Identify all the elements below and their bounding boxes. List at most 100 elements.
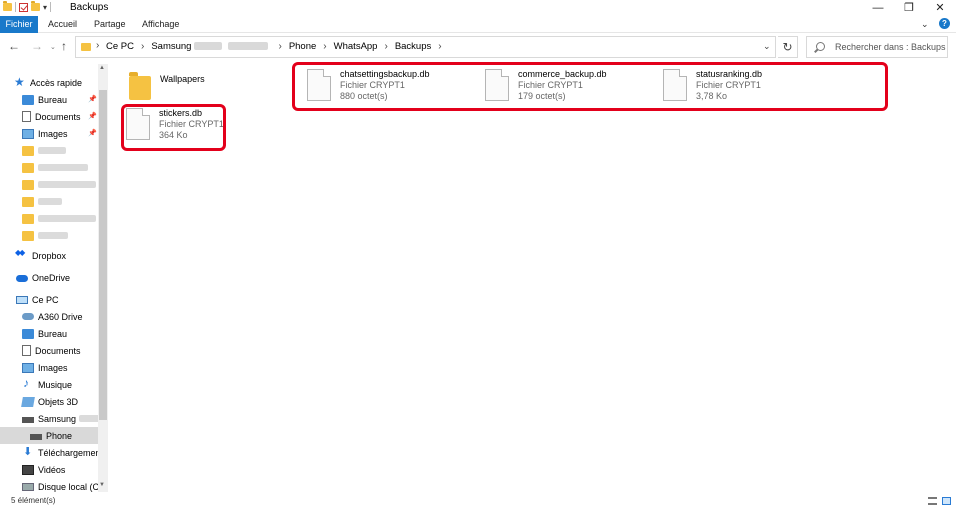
chevron-right-icon[interactable]: › bbox=[379, 41, 392, 52]
sidebar-item-redacted-folder[interactable] bbox=[22, 227, 108, 244]
chevron-right-icon[interactable]: › bbox=[433, 41, 446, 52]
new-folder-icon[interactable] bbox=[31, 1, 40, 11]
sidebar-item-label: Musique bbox=[38, 379, 73, 390]
sidebar-item-label: Samsung bbox=[38, 413, 77, 424]
sidebar-item-label: Documents bbox=[35, 111, 81, 122]
sidebar-item-dropbox[interactable]: Dropbox bbox=[15, 247, 108, 264]
folder-icon bbox=[3, 1, 12, 11]
redacted-text bbox=[38, 164, 88, 171]
sidebar-item-label: Accès rapide bbox=[30, 77, 83, 88]
sidebar-item-label: Dropbox bbox=[32, 250, 67, 261]
tiles-view-icon[interactable] bbox=[942, 497, 951, 505]
folder-icon bbox=[22, 230, 34, 241]
redacted-text bbox=[38, 198, 62, 205]
forward-arrow-icon[interactable]: → bbox=[31, 39, 43, 53]
sidebar-item-redacted-folder[interactable] bbox=[22, 176, 108, 193]
item-count: 5 élément(s) bbox=[11, 496, 56, 505]
help-icon[interactable]: ? bbox=[939, 18, 950, 29]
tab-fichier[interactable]: Fichier bbox=[0, 16, 38, 33]
sidebar-item-acces-rapide[interactable]: Accès rapide bbox=[14, 74, 108, 91]
cloud-icon bbox=[16, 274, 28, 282]
folder-icon bbox=[22, 213, 34, 224]
sidebar-item-samsung[interactable]: Samsung bbox=[22, 410, 108, 427]
sidebar-item-redacted-folder[interactable] bbox=[22, 159, 108, 176]
breadcrumb-backups[interactable]: Backups bbox=[393, 41, 433, 52]
sidebar-item-redacted-folder[interactable] bbox=[22, 210, 108, 227]
sidebar-item-onedrive[interactable]: OneDrive bbox=[16, 269, 108, 286]
breadcrumb-ce-pc[interactable]: Ce PC bbox=[104, 41, 136, 52]
search-placeholder: Rechercher dans : Backups bbox=[835, 42, 946, 52]
back-arrow-icon[interactable]: ← bbox=[8, 39, 20, 53]
storage-icon bbox=[30, 433, 42, 440]
sidebar-item-label: Bureau bbox=[38, 94, 68, 105]
restore-button[interactable]: ❐ bbox=[893, 0, 925, 16]
sidebar-item-label: Phone bbox=[46, 430, 73, 441]
ribbon: Fichier Accueil Partage Affichage ⌄ ? bbox=[0, 16, 956, 33]
chevron-right-icon[interactable]: › bbox=[96, 40, 99, 51]
search-icon bbox=[816, 42, 825, 51]
search-input[interactable]: Rechercher dans : Backups bbox=[806, 36, 948, 58]
address-bar[interactable]: › Ce PC › Samsung › Phone › WhatsApp › B… bbox=[75, 36, 776, 58]
sidebar-item-label: OneDrive bbox=[32, 272, 71, 283]
sidebar-item-label: Objets 3D bbox=[38, 396, 79, 407]
redacted-text bbox=[38, 215, 96, 222]
sidebar-item-label: Images bbox=[38, 128, 68, 139]
sidebar-item-images[interactable]: Images bbox=[22, 359, 108, 376]
breadcrumb-samsung[interactable]: Samsung bbox=[149, 41, 273, 52]
phone-device-icon bbox=[22, 416, 34, 423]
star-icon bbox=[14, 75, 26, 89]
window-title: Backups bbox=[70, 2, 109, 13]
folder-icon bbox=[22, 162, 34, 173]
redacted-text bbox=[38, 232, 68, 239]
sidebar-item-bureau[interactable]: Bureau bbox=[22, 325, 108, 342]
sidebar-item-a360-drive[interactable]: A360 Drive bbox=[22, 308, 108, 325]
sidebar-item-ce-pc[interactable]: Ce PC bbox=[16, 291, 108, 308]
pin-icon: 📌 bbox=[88, 96, 97, 103]
chevron-right-icon[interactable]: › bbox=[136, 41, 149, 52]
file-name: Wallpapers bbox=[160, 74, 205, 84]
folder-icon bbox=[22, 179, 34, 190]
close-button[interactable]: ✕ bbox=[924, 0, 956, 16]
sidebar-item-label: Bureau bbox=[38, 328, 68, 339]
sidebar-item-videos[interactable]: Vidéos bbox=[22, 461, 108, 478]
sidebar-item-objets-3d[interactable]: Objets 3D bbox=[21, 393, 108, 410]
sidebar-item-telechargements[interactable]: Téléchargements bbox=[22, 444, 108, 461]
quick-access-toolbar: ▾ bbox=[3, 1, 52, 12]
pictures-icon bbox=[22, 362, 34, 373]
sidebar-item-label: A360 Drive bbox=[38, 311, 83, 322]
desktop-icon bbox=[22, 328, 34, 339]
sidebar-item-redacted-folder[interactable] bbox=[22, 193, 108, 210]
folder-item-wallpapers[interactable]: Wallpapers bbox=[129, 70, 205, 100]
refresh-button[interactable]: ↻ bbox=[778, 36, 798, 58]
sidebar-item-musique[interactable]: Musique bbox=[22, 376, 108, 393]
address-history-icon[interactable]: ⌄ bbox=[763, 41, 771, 52]
sidebar-scrollbar-thumb[interactable] bbox=[99, 90, 107, 420]
properties-icon[interactable] bbox=[19, 2, 28, 12]
recent-locations-icon[interactable]: ⌄ bbox=[50, 43, 56, 51]
folder-icon bbox=[22, 196, 34, 207]
breadcrumb-whatsapp[interactable]: WhatsApp bbox=[332, 41, 380, 52]
breadcrumb-phone[interactable]: Phone bbox=[287, 41, 318, 52]
sidebar-item-disque-local[interactable]: Disque local (C:) bbox=[22, 478, 108, 492]
divider bbox=[15, 2, 16, 12]
sidebar-item-label: Documents bbox=[35, 345, 81, 356]
scroll-down-icon[interactable]: ▼ bbox=[99, 482, 105, 488]
sidebar-item-documents[interactable]: Documents bbox=[22, 342, 108, 359]
tab-partage[interactable]: Partage bbox=[94, 16, 126, 33]
sidebar-item-phone[interactable]: Phone bbox=[0, 427, 98, 444]
up-arrow-icon[interactable]: ↑ bbox=[61, 39, 67, 53]
chevron-right-icon[interactable]: › bbox=[318, 41, 331, 52]
folder-icon bbox=[81, 43, 91, 51]
details-view-icon[interactable] bbox=[928, 497, 937, 505]
tab-accueil[interactable]: Accueil bbox=[48, 16, 77, 33]
breadcrumb-samsung-label: Samsung bbox=[151, 41, 192, 52]
folder-icon bbox=[129, 72, 151, 100]
minimize-button[interactable]: — bbox=[862, 0, 894, 16]
chevron-right-icon[interactable]: › bbox=[273, 41, 286, 52]
scroll-up-icon[interactable]: ▲ bbox=[99, 65, 105, 71]
tab-affichage[interactable]: Affichage bbox=[142, 16, 179, 33]
expand-ribbon-icon[interactable]: ⌄ bbox=[921, 19, 929, 30]
customize-toolbar-icon[interactable]: ▾ bbox=[43, 3, 47, 12]
sidebar-item-redacted-folder[interactable] bbox=[22, 142, 108, 159]
redacted-text bbox=[194, 42, 223, 51]
